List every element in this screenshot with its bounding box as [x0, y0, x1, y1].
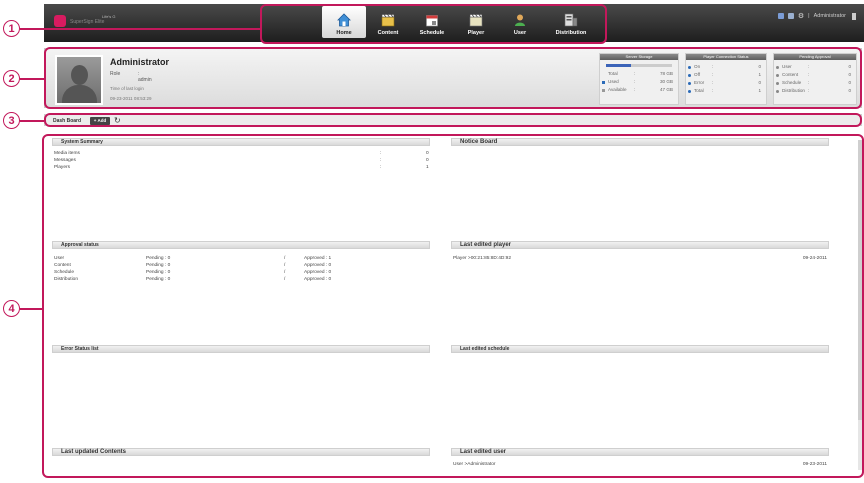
callout-outline-nav — [260, 4, 607, 44]
callout-leader-2 — [20, 78, 44, 80]
callout-4: 4 — [3, 300, 20, 317]
screenshot: Life's G SuperSign Elite Home Content Sc… — [0, 0, 864, 483]
callout-leader-4 — [20, 308, 42, 310]
callout-3: 3 — [3, 112, 20, 129]
notification-icon[interactable] — [777, 13, 784, 19]
brand-name: SuperSign Elite — [70, 19, 105, 25]
callout-leader-1 — [20, 28, 260, 30]
callout-outline-profile — [44, 47, 862, 109]
callout-outline-dashboard — [42, 134, 864, 478]
gear-icon[interactable]: ⚙ — [798, 12, 804, 20]
message-icon[interactable] — [787, 13, 794, 19]
callout-1: 1 — [3, 20, 20, 37]
top-right-tools: ⚙ | Administrator — [777, 12, 856, 20]
current-user-name[interactable]: Administrator — [814, 13, 846, 19]
brand-logo[interactable]: Life's G SuperSign Elite — [54, 12, 124, 28]
callout-outline-dashbar — [44, 113, 862, 127]
logout-icon[interactable] — [852, 12, 856, 20]
top-right-separator: | — [808, 13, 810, 19]
callout-2: 2 — [3, 70, 20, 87]
callout-leader-3 — [20, 120, 44, 122]
brand-mark — [54, 15, 66, 27]
